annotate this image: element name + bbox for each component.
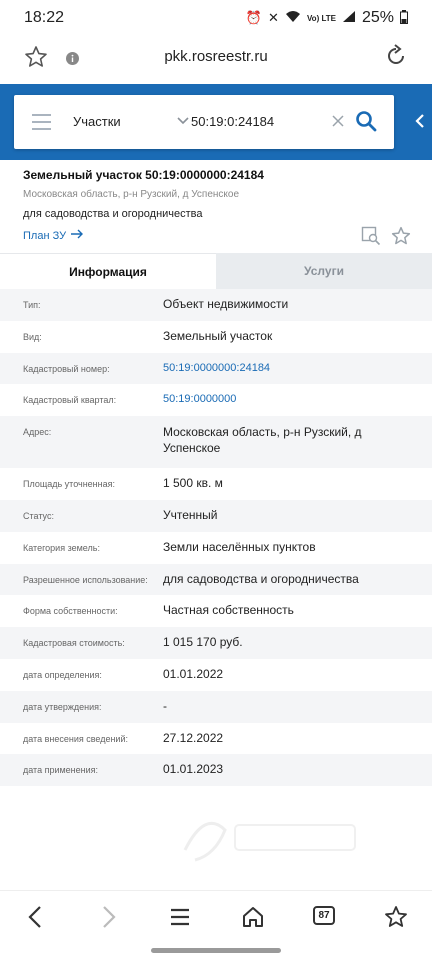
row-label: Площадь уточненная: [23,479,115,490]
table-row: дата применения: 01.01.2023 [0,754,432,787]
browser-nav-bar: 87 [0,890,432,944]
search-icon[interactable] [355,110,377,137]
row-value: для садоводства и огородничества [163,571,359,586]
row-value: Московская область, р-н Рузский, д Успен… [163,425,362,456]
info-tabs: Информация Услуги [0,253,432,289]
back-icon[interactable] [26,905,44,934]
map-search-icon[interactable] [361,226,381,251]
table-row: Разрешенное использование: для садоводст… [0,563,432,596]
wifi-icon [285,10,301,26]
row-label: Статус: [23,510,54,521]
menu-lines-icon[interactable] [170,905,190,934]
cadastral-number-link[interactable]: 50:19:0000000:24184 [163,362,270,374]
row-label: Кадастровая стоимость: [23,638,125,649]
row-value: 01.01.2023 [163,762,224,777]
collapse-chevron-icon[interactable] [414,112,426,135]
cadastral-quarter-link[interactable]: 50:19:0000000 [163,393,236,405]
table-row: Категория земель: Земли населённых пункт… [0,532,432,564]
row-value: Частная собственность [163,603,294,618]
row-label: Разрешенное использование: [23,574,148,585]
table-row: Адрес: Московская область, р-н Рузский, … [0,416,432,469]
row-value: 01.01.2022 [163,666,224,681]
row-value: Земли населённых пунктов [163,539,316,554]
table-row: Форма собственности: Частная собственнос… [0,595,432,627]
status-bar: 18:22 ⏰ ✕ Vo) LTE 25% [0,0,432,36]
table-row: Кадастровый номер: 50:19:0000000:24184 [0,352,432,385]
reload-icon[interactable] [384,44,408,73]
tab-information[interactable]: Информация [0,253,216,289]
table-row: Тип: Объект недвижимости [0,289,432,321]
row-value: 1 500 кв. м [163,476,223,491]
status-icons: ⏰ ✕ Vo) LTE 25% [246,9,408,27]
row-label: Форма собственности: [23,606,118,617]
row-label: дата определения: [23,669,102,680]
table-row: Кадастровый квартал: 50:19:0000000 [0,384,432,416]
row-label: дата применения: [23,765,99,776]
plan-link-label: План ЗУ [23,229,67,242]
bookmarks-icon[interactable] [384,905,408,934]
watermark-logo [175,800,365,878]
arrow-right-icon [70,229,84,242]
network-label: Vo) LTE [306,13,336,23]
table-row: дата определения: 01.01.2022 [0,659,432,691]
status-time: 18:22 [24,9,65,26]
table-row: Площадь уточненная: 1 500 кв. м [0,468,432,500]
browser-toolbar: pkk.rosreestr.ru [0,36,432,82]
table-row: Статус: Учтенный [0,499,432,532]
tabs-icon[interactable]: 87 [313,906,335,925]
info-table: Тип: Объект недвижимости Вид: Земельный … [0,289,432,787]
chevron-down-icon[interactable] [176,114,190,133]
row-value: - [163,698,167,713]
row-label: Вид: [23,331,42,342]
battery-icon [400,9,408,27]
row-label: Категория земель: [23,542,100,553]
home-icon[interactable] [241,905,265,934]
url-text[interactable]: pkk.rosreestr.ru [0,48,432,65]
alarm-icon: ⏰ [245,10,263,25]
object-address: Московская область, р-н Рузский, д Успен… [23,189,240,200]
mute-icon: ✕ [268,10,279,25]
row-label: Кадастровый квартал: [23,395,117,406]
row-value: Учтенный [163,507,218,522]
forward-icon[interactable] [100,905,118,934]
row-value: Объект недвижимости [163,297,289,311]
clear-icon[interactable] [330,113,346,134]
table-row: Вид: Земельный участок [0,321,432,353]
favorite-star-icon[interactable] [391,226,411,251]
row-value: Земельный участок [163,328,273,343]
plan-link[interactable]: План ЗУ [23,229,84,242]
row-value: 1 015 170 руб. [163,635,243,650]
signal-icon [342,10,356,26]
layer-select[interactable]: Участки [73,114,121,129]
search-input[interactable]: 50:19:0:24184 [191,114,274,129]
battery-percent: 25% [361,9,394,26]
menu-icon[interactable] [32,114,51,135]
row-label: дата внесения сведений: [23,733,128,744]
table-row: дата утверждения: - [0,690,432,723]
gesture-bar[interactable] [151,948,281,953]
row-value: 27.12.2022 [163,730,224,745]
search-box: Участки 50:19:0:24184 [14,95,394,149]
row-label: Кадастровый номер: [23,363,110,374]
object-title: Земельный участок 50:19:0000000:24184 [23,168,264,182]
tab-services[interactable]: Услуги [216,253,432,289]
row-label: Адрес: [23,427,52,438]
row-label: дата утверждения: [23,701,102,712]
table-row: дата внесения сведений: 27.12.2022 [0,723,432,755]
row-label: Тип: [23,300,41,310]
object-use: для садоводства и огородничества [23,208,203,220]
table-row: Кадастровая стоимость: 1 015 170 руб. [0,627,432,659]
